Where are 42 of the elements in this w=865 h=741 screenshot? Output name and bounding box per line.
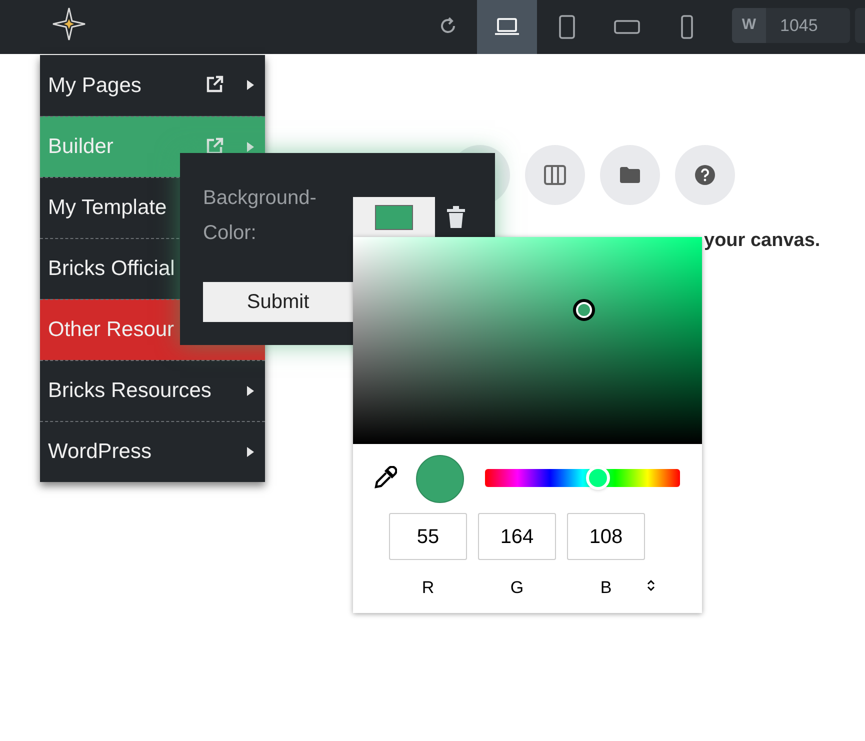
menu-item[interactable]: My Pages [40,55,265,116]
menu-item-label: Bricks Official [48,256,175,282]
menu-item-label: Other Resour [48,317,174,344]
width-label: W [732,8,766,43]
menu-item-label: Bricks Resources [48,378,212,404]
submenu-arrow-icon [247,386,254,396]
menu-item-label: WordPress [48,439,152,466]
submenu-arrow-icon [247,80,254,90]
channel-field[interactable]: 108 [567,513,645,560]
channel-label: G [509,577,525,599]
menu-item-label: My Template [48,195,167,222]
trash-icon[interactable] [446,205,466,229]
menu-item-label: My Pages [48,72,142,99]
menu-item[interactable]: Bricks Resources [40,360,265,421]
external-link-icon [206,75,224,93]
channel-label: B [599,577,613,599]
canvas-hint: your canvas. [704,229,820,253]
eyedropper-icon[interactable] [373,466,397,490]
saturation-handle[interactable] [573,299,595,321]
channel-field[interactable]: 55 [389,513,467,560]
menu-item-label: Builder [48,134,114,160]
color-swatch-button[interactable] [353,197,435,237]
submenu-arrow-icon [247,142,254,152]
star-logo-icon[interactable] [52,7,86,41]
submit-button[interactable]: Submit [203,282,353,322]
toggle-format-icon[interactable] [646,579,656,592]
columns-icon [544,165,566,185]
width-value: 1045 [780,14,818,37]
color-swatch [375,204,413,230]
hue-slider[interactable] [485,469,680,487]
submenu-arrow-icon [247,447,254,457]
hue-thumb[interactable] [586,466,610,490]
menu-item[interactable]: WordPress [40,421,265,482]
saturation-area[interactable] [353,237,702,444]
folder-icon [620,167,640,183]
help-icon [695,165,715,185]
color-preview [416,455,464,503]
device-tab[interactable] [477,0,537,54]
channel-field[interactable]: 164 [478,513,556,560]
channel-label: R [420,577,436,599]
external-link-icon [206,137,224,155]
width-field[interactable]: W 1045 [732,8,850,43]
